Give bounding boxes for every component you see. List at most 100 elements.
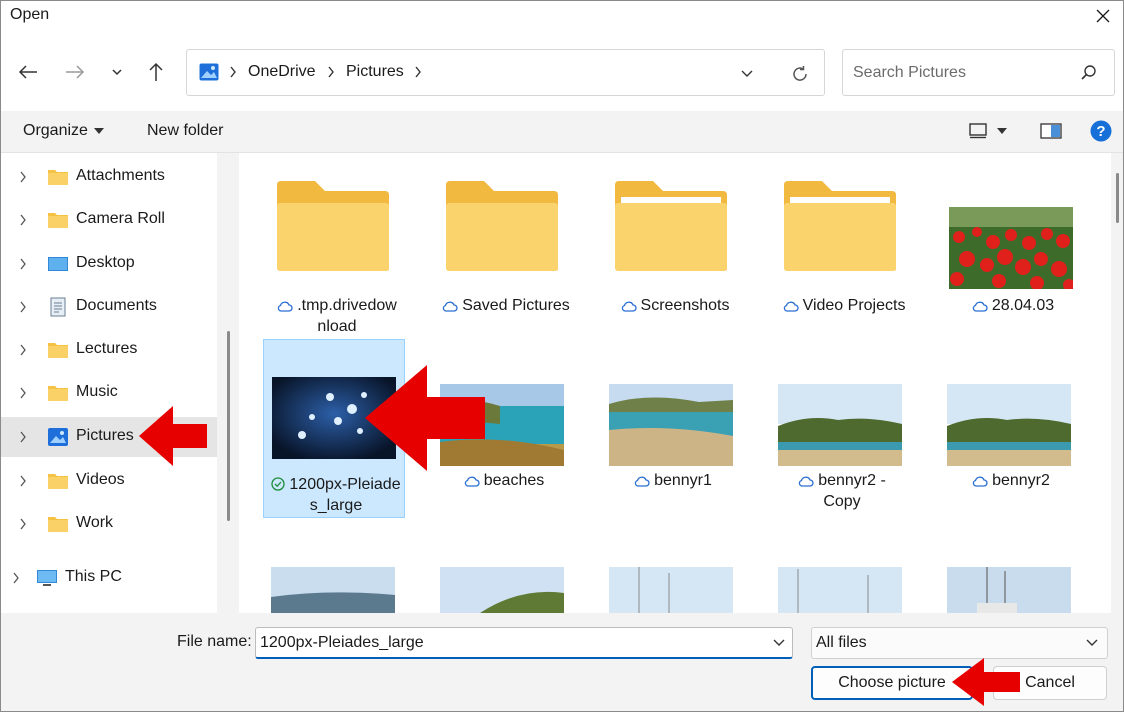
photo-thumbnail[interactable] [609, 567, 733, 613]
recent-locations-button[interactable] [102, 57, 132, 87]
sidebar-item-label: Work [76, 514, 114, 531]
sidebar-item-camera-roll[interactable]: Camera Roll [1, 200, 217, 240]
caret-down-icon [93, 128, 104, 134]
list-item[interactable]: bennyr2 [939, 339, 1081, 504]
folder-icon [48, 386, 68, 401]
chevron-right-icon[interactable] [12, 572, 20, 584]
up-button[interactable] [141, 57, 171, 87]
beach-photo-thumbnail [609, 384, 733, 466]
file-type-select[interactable]: All files [811, 627, 1108, 659]
sidebar-item-pictures[interactable]: Pictures [1, 417, 217, 457]
cloud-icon [972, 476, 988, 487]
sidebar-item-this-pc[interactable]: This PC [1, 558, 217, 598]
chevron-right-icon[interactable] [19, 475, 27, 487]
chevron-down-icon[interactable] [772, 635, 786, 649]
file-name-field[interactable]: 1200px-Pleiades_large [255, 627, 793, 659]
address-history-dropdown[interactable] [735, 64, 759, 84]
chevron-right-icon[interactable] [19, 344, 27, 356]
sidebar-scrollbar[interactable] [227, 331, 230, 521]
cloud-icon [798, 476, 814, 487]
sidebar-item-label: This PC [65, 568, 122, 585]
item-label: bennyr2 - Copy [776, 470, 908, 512]
chevron-right-icon[interactable] [19, 301, 27, 313]
preview-pane-button[interactable] [1040, 123, 1062, 139]
list-item[interactable]: .tmp.drivedow nload [265, 173, 407, 338]
cloud-icon [783, 301, 799, 312]
list-item[interactable]: 28.04.03 [941, 173, 1083, 318]
cancel-button[interactable]: Cancel [993, 666, 1107, 700]
folder-icon [277, 181, 389, 271]
sidebar-item-work[interactable]: Work [1, 504, 217, 544]
refresh-button[interactable] [787, 62, 813, 86]
sidebar-item-videos[interactable]: Videos [1, 461, 217, 501]
sidebar-item-label: Videos [76, 471, 125, 488]
computer-icon [37, 570, 57, 586]
change-view-button[interactable] [969, 123, 1007, 139]
chevron-right-icon[interactable] [19, 387, 27, 399]
folder-icon [48, 213, 68, 228]
file-name: Video Projects [802, 297, 906, 314]
sidebar-item-documents[interactable]: Documents [1, 287, 217, 327]
close-button[interactable] [1083, 1, 1123, 31]
item-label: bennyr2 [945, 470, 1077, 491]
folder-icon [48, 343, 68, 358]
sidebar-item-attachments[interactable]: Attachments [1, 157, 217, 197]
chevron-right-icon[interactable] [19, 518, 27, 530]
chevron-right-icon[interactable] [19, 214, 27, 226]
search-icon[interactable] [1080, 64, 1098, 82]
new-folder-button[interactable]: New folder [147, 122, 223, 140]
photo-thumbnail[interactable] [440, 567, 564, 613]
help-button[interactable]: ? [1090, 120, 1112, 142]
sidebar-item-music[interactable]: Music [1, 373, 217, 413]
list-item[interactable]: Saved Pictures [434, 173, 576, 318]
back-button[interactable] [13, 57, 43, 87]
chevron-right-icon [230, 66, 236, 78]
scrollbar-thumb[interactable] [1116, 173, 1119, 223]
folder-icon [615, 181, 727, 271]
file-name: Saved Pictures [462, 297, 570, 314]
folder-icon [446, 181, 558, 271]
open-dialog: Open OneDrive Pictures Search Pictures O… [0, 0, 1124, 712]
choose-picture-button[interactable]: Choose picture [811, 666, 973, 700]
list-item-selected[interactable]: 1200px-Pleiade s_large [263, 339, 405, 518]
item-label: Screenshots [609, 295, 741, 316]
photo-thumbnail[interactable] [778, 567, 902, 613]
search-input[interactable] [853, 62, 1073, 84]
list-item[interactable]: bennyr2 - Copy [770, 339, 912, 510]
preview-pane-icon [1040, 123, 1062, 139]
address-bar[interactable]: OneDrive Pictures [186, 49, 825, 96]
sidebar-item-label: Desktop [76, 254, 135, 271]
chevron-right-icon[interactable] [19, 171, 27, 183]
list-item[interactable]: Video Projects [772, 173, 914, 318]
sidebar-item-label: Lectures [76, 340, 138, 357]
arrow-up-icon [149, 62, 163, 81]
file-name-value[interactable]: 1200px-Pleiades_large [260, 634, 424, 652]
pictures-icon [199, 63, 219, 81]
list-item[interactable]: beaches [432, 339, 574, 504]
cloud-icon [972, 301, 988, 312]
chevron-right-icon[interactable] [19, 258, 27, 270]
search-box [842, 49, 1115, 96]
photo-thumbnail[interactable] [947, 567, 1071, 613]
content-scrollbar[interactable] [1113, 153, 1123, 613]
sidebar-item-label: Pictures [76, 427, 134, 444]
breadcrumb-onedrive[interactable]: OneDrive [248, 63, 316, 81]
file-name: bennyr1 [654, 472, 712, 489]
organize-menu[interactable]: Organize [23, 122, 104, 140]
list-item[interactable]: bennyr1 [601, 339, 743, 504]
view-icon [969, 123, 987, 139]
coast-photo-thumbnail [947, 384, 1071, 466]
cloud-icon [442, 301, 458, 312]
photo-thumbnail[interactable] [271, 567, 395, 613]
chevron-right-icon [415, 66, 421, 78]
new-folder-label: New folder [147, 122, 224, 139]
sidebar-item-desktop[interactable]: Desktop [1, 244, 217, 284]
list-item[interactable]: Screenshots [603, 173, 745, 318]
file-list: .tmp.drivedow nload Saved Pictures Scree… [239, 153, 1111, 613]
chevron-down-icon [1086, 639, 1098, 646]
file-name: beaches [483, 472, 545, 489]
chevron-right-icon[interactable] [19, 431, 27, 443]
forward-button[interactable] [60, 57, 90, 87]
breadcrumb-pictures[interactable]: Pictures [346, 63, 404, 81]
sidebar-item-lectures[interactable]: Lectures [1, 330, 217, 370]
